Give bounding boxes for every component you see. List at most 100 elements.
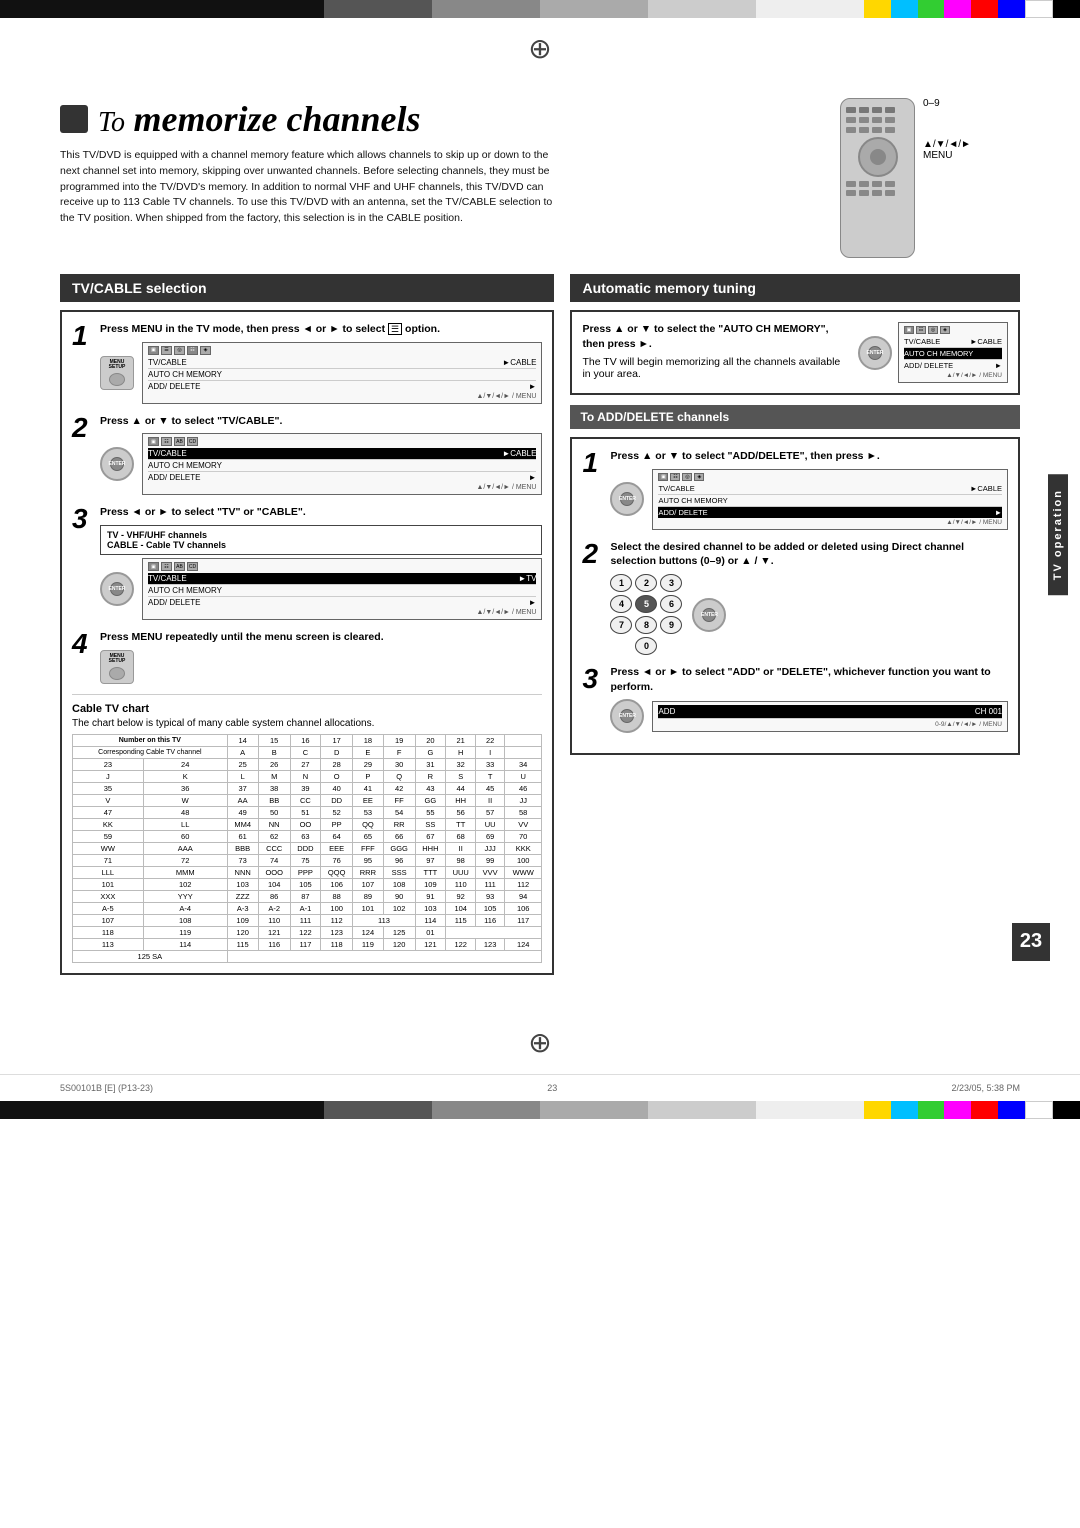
nav-remote-add-2: ENTER: [692, 598, 726, 632]
num-btn-9: 9: [660, 616, 682, 634]
num-btn-3: 3: [660, 574, 682, 592]
auto-memory-tv-screen: ▣ ☷ ◎ ◈ TV/CABLE►CABLE AUTO CH MEMORY: [898, 322, 1008, 383]
step-1-number: 1: [72, 322, 92, 350]
add-delete-header: To ADD/DELETE channels: [570, 405, 1020, 429]
num-btn-0: 0: [635, 637, 657, 655]
step-3-screen: ENTER ▣ ☷ AB CD: [100, 558, 542, 620]
chart-desc: The chart below is typical of many cable…: [72, 718, 542, 729]
step-1-tv-screen: ▣ ☰ ◎ ☷ ◈ TV/CABLE►CABLE: [142, 342, 542, 404]
title-section: To memorize channels This TV/DVD is equi…: [60, 98, 1020, 258]
step-1-remote: MENUSETUP: [100, 356, 134, 390]
tv-cable-section: 1 Press MENU in the TV mode, then press …: [60, 310, 554, 975]
auto-memory-text-col: Press ▲ or ▼ to select the "AUTO CH MEMO…: [582, 322, 850, 380]
add-delete-step-3-text: Press ◄ or ► to select "ADD" or "DELETE"…: [610, 665, 1008, 694]
step-4-text: Press MENU repeatedly until the menu scr…: [100, 630, 542, 645]
page-number: 23: [1012, 923, 1050, 961]
title-main-word: memorize channels: [134, 99, 421, 139]
step-3-note-box: TV - VHF/UHF channels CABLE - Cable TV c…: [100, 525, 542, 555]
remote-arrows-label: ▲/▼/◄/►: [923, 139, 971, 150]
tv-cable-header: TV/CABLE selection: [60, 274, 554, 302]
footer: 5S00101B [E] (P13-23) 23 2/23/05, 5:38 P…: [0, 1074, 1080, 1101]
num-btn-2: 2: [635, 574, 657, 592]
footer-center: 23: [547, 1083, 557, 1093]
cable-tv-chart: Cable TV chart The chart below is typica…: [72, 694, 542, 963]
num-btn-7: 7: [610, 616, 632, 634]
auto-memory-desc: The TV will begin memorizing all the cha…: [582, 356, 850, 380]
step-2-content: Press ▲ or ▼ to select "TV/CABLE". ENTER: [100, 414, 542, 496]
main-content: To memorize channels This TV/DVD is equi…: [0, 78, 1080, 1021]
nav-remote-add-3: ENTER: [610, 699, 644, 733]
auto-memory-section: Press ▲ or ▼ to select the "AUTO CH MEMO…: [570, 310, 1020, 395]
num-btn-5: 5: [635, 595, 657, 613]
numpad-grid: 1 2 3 4 5 6 7: [610, 574, 682, 655]
auto-memory-header: Automatic memory tuning: [570, 274, 1020, 302]
tv-cable-step-1: 1 Press MENU in the TV mode, then press …: [72, 322, 542, 404]
remote-menu-label: MENU: [923, 150, 952, 161]
title-to-word: To: [98, 107, 125, 138]
add-delete-step-2: 2 Select the desired channel to be added…: [582, 540, 1008, 655]
auto-memory-screen: ENTER ▣ ☷ ◎ ◈ TV/CABLE►CABLE: [858, 322, 1008, 383]
add-delete-step-1-content: Press ▲ or ▼ to select "ADD/DELETE", the…: [610, 449, 1008, 530]
footer-right: 2/23/05, 5:38 PM: [951, 1083, 1020, 1093]
left-column: TV/CABLE selection 1 Press MENU in the T…: [60, 274, 554, 985]
menu-setup-remote: MENUSETUP: [100, 356, 134, 390]
num-btn-4: 4: [610, 595, 632, 613]
step-2-tv-screen: ▣ ☷ AB CD TV/CABLE►CABLE: [142, 433, 542, 495]
right-column: TV operation Automatic memory tuning Pre…: [570, 274, 1020, 985]
add-delete-step-3-content: Press ◄ or ► to select "ADD" or "DELETE"…: [610, 665, 1008, 733]
add-delete-step-2-text: Select the desired channel to be added o…: [610, 540, 1008, 569]
step-2-text: Press ▲ or ▼ to select "TV/CABLE".: [100, 414, 542, 429]
step-2-screen: ENTER ▣ ☷ AB CD: [100, 433, 542, 495]
step-3-remote: ENTER: [100, 572, 134, 606]
remote-digit-label: 0–9: [923, 98, 940, 109]
step-4-content: Press MENU repeatedly until the menu scr…: [100, 630, 542, 684]
add-delete-step-3-remote: ENTER: [610, 699, 644, 733]
remote-labels: 0–9 ▲/▼/◄/► MENU: [923, 98, 971, 161]
add-delete-step-1-screen: ENTER ▣ ☷ ◎ ◈: [610, 469, 1008, 530]
add-delete-step-1-tv-screen: ▣ ☷ ◎ ◈ TV/CABLE►CABLE A: [652, 469, 1008, 530]
step-4-number: 4: [72, 630, 92, 658]
num-btn-8: 8: [635, 616, 657, 634]
add-delete-step-2-content: Select the desired channel to be added o…: [610, 540, 1008, 655]
remote-image: [840, 98, 915, 258]
nav-remote-2: ENTER: [100, 447, 134, 481]
cable-chart-table: Number on this TV 141516171819202122 Cor…: [72, 734, 542, 963]
add-delete-step-1: 1 Press ▲ or ▼ to select "ADD/DELETE", t…: [582, 449, 1008, 530]
tv-operation-label: TV operation: [1048, 474, 1068, 595]
two-column-layout: TV/CABLE selection 1 Press MENU in the T…: [60, 274, 1020, 985]
auto-memory-remote: ENTER: [858, 336, 892, 370]
step-3-text: Press ◄ or ► to select "TV" or "CABLE".: [100, 505, 542, 520]
crosshair-icon: ⊕: [528, 32, 551, 65]
add-delete-step-1-number: 1: [582, 449, 602, 477]
add-delete-step-3-number: 3: [582, 665, 602, 693]
add-delete-section: 1 Press ▲ or ▼ to select "ADD/DELETE", t…: [570, 437, 1020, 755]
bottom-crosshair: ⊕: [0, 1021, 1080, 1064]
add-delete-step-1-remote: ENTER: [610, 482, 644, 516]
menu-setup-remote-4: MENUSETUP: [100, 650, 134, 684]
step-3-tv-screen: ▣ ☷ AB CD TV/CABLE►TV AU: [142, 558, 542, 620]
header-area: ⊕: [0, 18, 1080, 78]
tv-cable-step-3: 3 Press ◄ or ► to select "TV" or "CABLE"…: [72, 505, 542, 620]
remote-nav-circle: [858, 137, 898, 177]
num-btn-6: 6: [660, 595, 682, 613]
page-title: To memorize channels: [98, 98, 421, 140]
tv-cable-step-2: 2 Press ▲ or ▼ to select "TV/CABLE". ENT…: [72, 414, 542, 496]
color-test-bar: [0, 0, 1080, 18]
step-1-screen: MENUSETUP ▣ ☰ ◎ ☷: [100, 342, 542, 404]
step-1-content: Press MENU in the TV mode, then press ◄ …: [100, 322, 542, 404]
add-delete-step-3-screen: ENTER ADDCH 001 0-9/▲/▼/◄/► / MENU: [610, 699, 1008, 733]
step-2-number: 2: [72, 414, 92, 442]
footer-left: 5S00101B [E] (P13-23): [60, 1083, 153, 1093]
title-bullet-icon: [60, 105, 88, 133]
nav-remote-add-1: ENTER: [610, 482, 644, 516]
bottom-crosshair-icon: ⊕: [528, 1026, 551, 1059]
num-btn-1: 1: [610, 574, 632, 592]
add-delete-step-1-text: Press ▲ or ▼ to select "ADD/DELETE", the…: [610, 449, 1008, 464]
add-delete-step-2-numpad-area: 1 2 3 4 5 6 7: [610, 574, 1008, 655]
add-delete-step-2-number: 2: [582, 540, 602, 568]
intro-text: This TV/DVD is equipped with a channel m…: [60, 148, 560, 227]
add-delete-step-3: 3 Press ◄ or ► to select "ADD" or "DELET…: [582, 665, 1008, 733]
bottom-color-bar: [0, 1101, 1080, 1119]
chart-title: Cable TV chart: [72, 703, 542, 715]
remote-diagram: 0–9 ▲/▼/◄/► MENU: [840, 98, 1020, 258]
